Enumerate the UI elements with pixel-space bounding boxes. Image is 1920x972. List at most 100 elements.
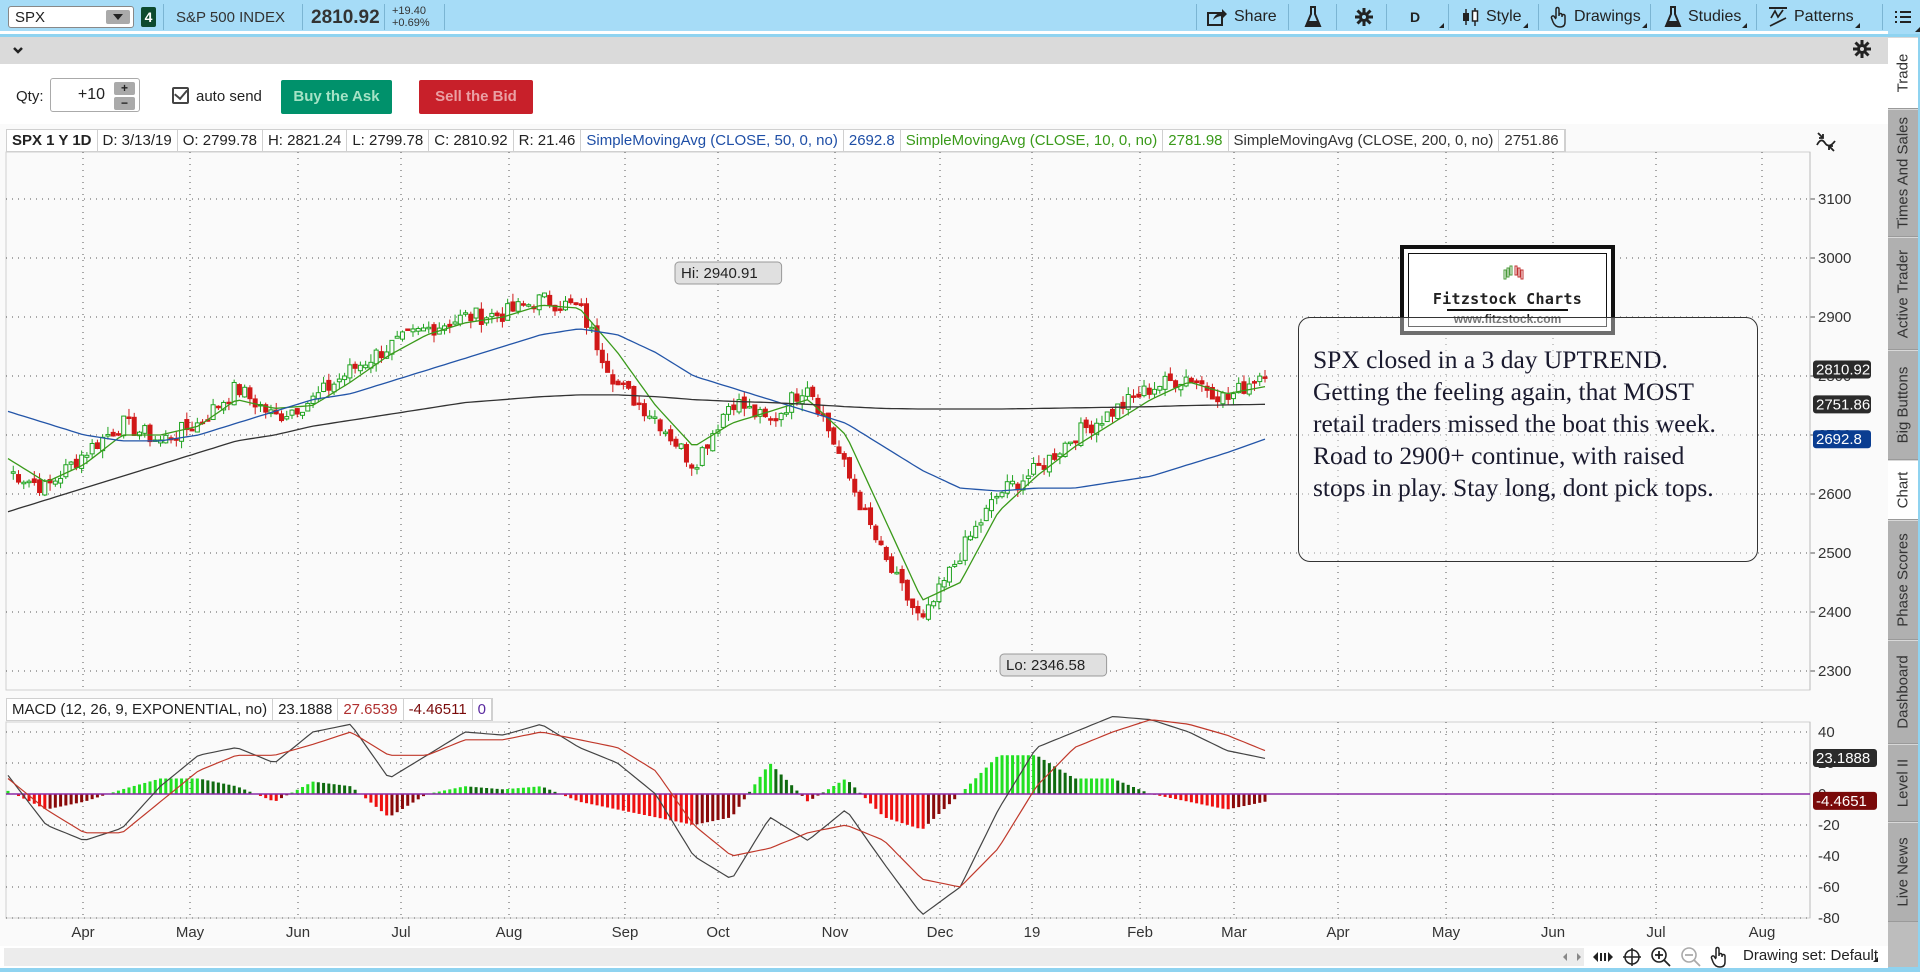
sma200-label[interactable]: SimpleMovingAvg (CLOSE, 200, 0, no)	[1229, 130, 1500, 151]
tab-label: Trade	[1894, 53, 1912, 93]
buy-the-ask-button[interactable]: Buy the Ask	[281, 80, 392, 114]
drawings-button[interactable]: Drawings	[1544, 4, 1647, 30]
macd-histogram-bar	[832, 785, 836, 794]
candle-body	[573, 302, 579, 306]
scroll-arrows-icon[interactable]	[1560, 950, 1584, 964]
macd-histogram-bar	[237, 787, 241, 794]
qty-stepper[interactable]: +10 + −	[50, 78, 140, 112]
candle-body	[1146, 387, 1152, 395]
tab-live-news[interactable]: Live News	[1888, 822, 1918, 922]
studies-button[interactable]: Studies	[1658, 4, 1748, 30]
symbol-dropdown-icon[interactable]	[106, 10, 130, 24]
style-button[interactable]: Style	[1456, 4, 1528, 30]
candle-body	[420, 327, 426, 332]
candle-body	[641, 403, 647, 417]
expand-time-icon[interactable]	[1592, 950, 1614, 964]
candle-body	[683, 444, 689, 463]
bar-open: O: 2799.78	[178, 130, 263, 151]
zoom-out-icon[interactable]	[1680, 946, 1702, 968]
gear-icon	[1853, 40, 1871, 58]
candle-body	[73, 458, 79, 468]
macd-histogram-bar	[90, 794, 94, 800]
macd-histogram-bar	[742, 794, 746, 800]
candle-body	[115, 433, 121, 436]
macd-histogram-bar	[890, 794, 894, 820]
macd-histogram-bar	[1200, 794, 1204, 805]
macd-label[interactable]: MACD (12, 26, 9, EXPONENTIAL, no)	[7, 699, 274, 720]
candle-body	[931, 601, 937, 607]
candle-body	[394, 335, 400, 339]
macd-histogram-bar	[1105, 778, 1109, 794]
macd-histogram-bar	[1068, 775, 1072, 794]
candle-body	[678, 443, 684, 449]
candle-body	[652, 416, 658, 419]
zoom-in-icon[interactable]	[1650, 946, 1672, 968]
macd-histogram-bar	[327, 783, 331, 794]
candle-body	[357, 364, 363, 372]
sma10-label[interactable]: SimpleMovingAvg (CLOSE, 10, 0, no)	[901, 130, 1164, 151]
tab-active-trader[interactable]: Active Trader	[1888, 237, 1918, 350]
candle-body	[694, 467, 700, 470]
high-callout-text: Hi: 2940.91	[681, 265, 758, 282]
macd-histogram-bar	[595, 794, 599, 806]
sma50-label[interactable]: SimpleMovingAvg (CLOSE, 50, 0, no)	[581, 130, 844, 151]
candle-body	[52, 480, 58, 485]
candle-body	[668, 429, 674, 442]
symbol-description: S&P 500 INDEX	[176, 9, 285, 26]
drawings-label: Drawings	[1574, 8, 1641, 25]
tab-trade[interactable]: Trade	[1888, 37, 1918, 109]
macd-histogram-bar	[1084, 778, 1088, 794]
sell-the-bid-button[interactable]: Sell the Bid	[419, 80, 533, 114]
macd-histogram-bar	[653, 794, 657, 818]
tab-times-and-sales[interactable]: Times And Sales	[1888, 109, 1918, 237]
qty-value[interactable]: +10	[78, 86, 105, 104]
crosshair-icon[interactable]	[1622, 947, 1642, 967]
macd-histogram-bar	[721, 794, 725, 819]
drawing-set-selector[interactable]: Drawing set: Default	[1743, 947, 1879, 964]
link-group-badge[interactable]: 4	[141, 7, 156, 27]
macd-diff: -4.46511	[404, 699, 473, 720]
tab-phase-scores[interactable]: Phase Scores	[1888, 520, 1918, 640]
candle-body	[910, 598, 916, 609]
tab-big-buttons[interactable]: Big Buttons	[1888, 350, 1918, 460]
macd-histogram-bar	[332, 784, 336, 794]
candle-body	[741, 396, 747, 409]
settings-button[interactable]	[1348, 4, 1380, 30]
macd-histogram-bar	[590, 794, 594, 805]
qty-increment-button[interactable]: +	[114, 82, 135, 95]
macd-axis-label: -20	[1818, 817, 1840, 834]
macd-histogram-bar	[85, 794, 89, 801]
time-axis-label: Aug	[496, 924, 523, 941]
beaker-button[interactable]	[1298, 4, 1328, 30]
tab-chart[interactable]: Chart	[1888, 460, 1918, 520]
logo-underline	[1447, 309, 1568, 311]
panel-settings-button[interactable]	[1852, 39, 1872, 63]
macd-histogram-bar	[837, 782, 841, 794]
macd-histogram-bar	[343, 785, 347, 794]
tab-dashboard[interactable]: Dashboard	[1888, 640, 1918, 744]
sync-axes-button[interactable]	[1815, 131, 1837, 157]
candle-body	[568, 298, 574, 304]
candle-body	[242, 386, 248, 398]
macd-histogram-bar	[337, 784, 341, 794]
macd-histogram-bar	[895, 794, 899, 822]
pan-hand-icon[interactable]	[1710, 946, 1728, 968]
tab-level-ii[interactable]: Level II	[1888, 744, 1918, 822]
share-button[interactable]: Share	[1200, 4, 1283, 30]
horizontal-scrollbar[interactable]	[4, 948, 1584, 966]
candle-body	[1131, 395, 1137, 398]
auto-send-checkbox[interactable]	[172, 87, 189, 104]
candle-body	[347, 364, 353, 379]
candle-body	[726, 406, 732, 415]
chart-note-box[interactable]: SPX closed in a 3 day UPTREND. Getting t…	[1298, 317, 1758, 562]
qty-decrement-button[interactable]: −	[114, 97, 135, 110]
macd-histogram-bar	[122, 788, 126, 794]
macd-histogram-bar	[611, 794, 615, 809]
patterns-button[interactable]: Patterns	[1762, 4, 1860, 30]
candle-body	[447, 323, 453, 328]
macd-histogram-bar	[1226, 794, 1230, 810]
aggregation-button[interactable]: D	[1404, 4, 1444, 30]
symbol-input[interactable]: SPX	[8, 6, 134, 28]
menu-button[interactable]	[1888, 0, 1920, 34]
collapse-button[interactable]	[12, 42, 24, 58]
